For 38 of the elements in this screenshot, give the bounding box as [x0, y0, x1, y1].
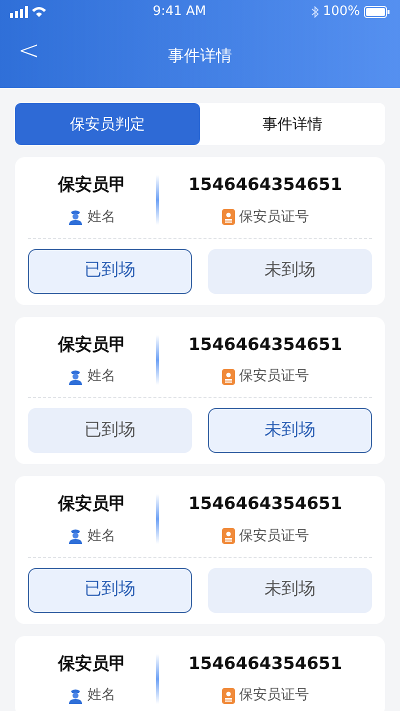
attendance-button[interactable]: 未到场	[208, 568, 372, 612]
guard-id-number: 1546464354651	[188, 652, 342, 676]
id-card-icon	[222, 688, 235, 704]
officer-icon	[68, 688, 84, 704]
name-label: 姓名	[87, 526, 116, 546]
id-card-icon	[222, 368, 235, 384]
id-number-label: 保安员证号	[238, 367, 309, 386]
guard-id-number: 1546464354651	[188, 334, 342, 356]
id-card-icon	[222, 209, 235, 225]
tab[interactable]: 保安员判定	[15, 103, 200, 145]
status-time: 9:41 AM	[152, 3, 206, 22]
attendance-button[interactable]: 未到场	[208, 248, 372, 294]
officer-icon	[68, 528, 84, 544]
guard-id-number: 1546464354651	[188, 493, 342, 516]
id-number-label: 保安员证号	[238, 526, 309, 546]
name-label: 姓名	[87, 367, 116, 386]
guard-name: 保安员甲	[58, 334, 126, 356]
id-number-label: 保安员证号	[238, 208, 309, 226]
attendance-button[interactable]: 已到场	[28, 408, 192, 453]
back-button[interactable]: <	[12, 38, 46, 64]
guard-name: 保安员甲	[58, 493, 126, 516]
attendance-button[interactable]: 未到场	[208, 408, 372, 453]
signal-icon	[10, 6, 48, 18]
officer-icon	[68, 209, 84, 225]
name-label: 姓名	[87, 686, 116, 705]
guard-name: 保安员甲	[58, 652, 126, 676]
attendance-button[interactable]: 已到场	[28, 568, 192, 612]
bluetooth-icon	[310, 6, 319, 18]
guard-id-number: 1546464354651	[188, 174, 342, 197]
id-card-icon	[222, 528, 235, 544]
battery-percent: 100%	[322, 3, 360, 22]
officer-icon	[68, 368, 84, 384]
name-label: 姓名	[87, 208, 116, 226]
battery-icon	[364, 6, 390, 18]
attendance-button[interactable]: 已到场	[28, 248, 192, 294]
id-number-label: 保安员证号	[238, 686, 309, 705]
page-title: 事件详情	[168, 45, 232, 67]
guard-name: 保安员甲	[58, 174, 126, 197]
